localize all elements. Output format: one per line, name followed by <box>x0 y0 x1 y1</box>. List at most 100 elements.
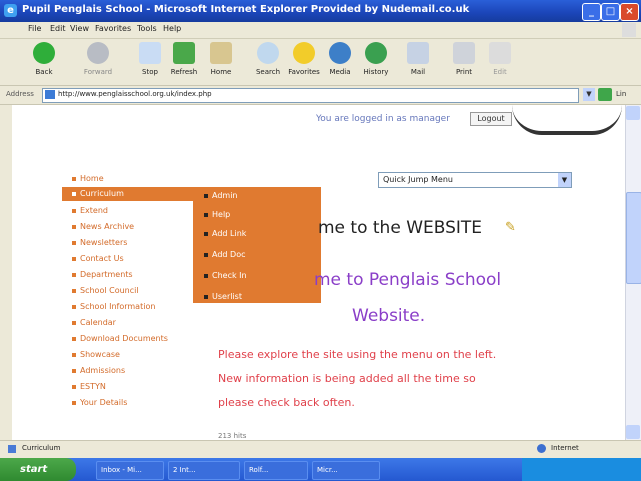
nav-item-extend[interactable]: Extend <box>72 206 108 215</box>
task-micro[interactable]: Micr... <box>312 461 380 480</box>
nav-item-showcase[interactable]: Showcase <box>72 350 120 359</box>
nav-item-contact-us[interactable]: Contact Us <box>72 254 124 263</box>
stop-button[interactable]: Stop <box>132 42 168 82</box>
nav-label: Admissions <box>80 366 126 375</box>
favorites-star-icon <box>293 42 315 64</box>
task-rolf[interactable]: Rolf... <box>244 461 308 480</box>
bullet-icon <box>72 191 76 196</box>
nav-item-your-details[interactable]: Your Details <box>72 398 127 407</box>
nav-item-estyn[interactable]: ESTYN <box>72 382 106 391</box>
nav-label: Download Documents <box>80 334 168 343</box>
chevron-down-icon[interactable]: ▼ <box>558 173 571 187</box>
nav-item-admissions[interactable]: Admissions <box>72 366 125 375</box>
back-button[interactable]: Back <box>26 42 62 82</box>
submenu-item-check-in[interactable]: Check In <box>204 271 247 280</box>
submenu-item-help[interactable]: Help <box>204 210 230 219</box>
maximize-button[interactable]: □ <box>601 3 620 21</box>
bullet-icon <box>204 273 208 278</box>
welcome-heading: me to the WEBSITE <box>318 218 483 238</box>
bullet-icon <box>204 252 208 257</box>
task-inbox[interactable]: Inbox - Mi... <box>96 461 164 480</box>
nav-item-curriculum[interactable]: Curriculum <box>72 189 124 198</box>
menu-view[interactable]: View <box>70 24 89 33</box>
scroll-thumb[interactable] <box>626 192 641 284</box>
forward-button[interactable]: Forward <box>80 42 116 82</box>
task-internet[interactable]: 2 Int... <box>168 461 240 480</box>
print-icon <box>453 42 475 64</box>
home-button[interactable]: Home <box>203 42 239 82</box>
scroll-up-button[interactable] <box>626 106 640 120</box>
print-label: Print <box>455 68 473 76</box>
back-label: Back <box>35 68 53 76</box>
nav-item-calendar[interactable]: Calendar <box>72 318 116 327</box>
nav-item-newsletters[interactable]: Newsletters <box>72 238 127 247</box>
bullet-icon <box>72 368 76 373</box>
menu-help[interactable]: Help <box>163 24 181 33</box>
stop-label: Stop <box>142 68 158 76</box>
page-icon <box>45 90 55 99</box>
history-icon <box>365 42 387 64</box>
nav-item-school-information[interactable]: School Information <box>72 302 155 311</box>
nav-item-news-archive[interactable]: News Archive <box>72 222 134 231</box>
bullet-icon <box>204 193 208 198</box>
nav-item-home[interactable]: Home <box>72 174 104 183</box>
menu-file[interactable]: File <box>28 24 41 33</box>
nav-item-departments[interactable]: Departments <box>72 270 133 279</box>
scroll-down-button[interactable] <box>626 425 640 439</box>
ie-logo-icon: e <box>4 4 17 17</box>
submenu-label: Add Link <box>212 229 247 238</box>
menu-favorites[interactable]: Favorites <box>95 24 131 33</box>
bullet-icon <box>72 400 76 405</box>
bullet-icon <box>72 224 76 229</box>
content-left-frame <box>0 105 12 440</box>
links-label[interactable]: Lin <box>616 90 626 98</box>
print-button[interactable]: Print <box>446 42 482 82</box>
nav-item-school-council[interactable]: School Council <box>72 286 139 295</box>
bullet-icon <box>72 304 76 309</box>
start-button[interactable]: start <box>0 458 76 481</box>
media-button[interactable]: Media <box>322 42 358 82</box>
nav-label: Showcase <box>80 350 120 359</box>
bullet-icon <box>72 384 76 389</box>
favorites-button[interactable]: Favorites <box>286 42 322 82</box>
home-label: Home <box>210 68 232 76</box>
nav-item-download-documents[interactable]: Download Documents <box>72 334 168 343</box>
submenu-item-admin[interactable]: Admin <box>204 191 238 200</box>
logout-button[interactable]: Logout <box>470 112 512 126</box>
nav-label: School Information <box>80 302 156 311</box>
search-label: Search <box>255 68 281 76</box>
nav-label: Contact Us <box>80 254 124 263</box>
mail-button[interactable]: Mail <box>400 42 436 82</box>
menu-edit[interactable]: Edit <box>50 24 66 33</box>
nav-label: Departments <box>80 270 133 279</box>
refresh-icon <box>173 42 195 64</box>
address-dropdown-icon[interactable]: ▼ <box>583 88 595 101</box>
submenu-item-add-doc[interactable]: Add Doc <box>204 250 245 259</box>
quick-jump-select[interactable]: Quick Jump Menu ▼ <box>378 172 572 188</box>
menu-tools[interactable]: Tools <box>137 24 157 33</box>
close-button[interactable]: × <box>620 3 639 21</box>
refresh-label: Refresh <box>170 68 198 76</box>
media-label: Media <box>329 68 351 76</box>
submenu-label: Add Doc <box>212 250 246 259</box>
bullet-icon <box>72 208 76 213</box>
submenu-item-add-link[interactable]: Add Link <box>204 229 246 238</box>
submenu-label: Userlist <box>212 292 242 301</box>
history-label: History <box>363 68 389 76</box>
minimize-button[interactable]: _ <box>582 3 601 21</box>
search-icon <box>257 42 279 64</box>
intro-line-3: please check back often. <box>218 396 355 409</box>
bullet-icon <box>72 272 76 277</box>
edit-icon <box>489 42 511 64</box>
address-url: http://www.penglaisschool.org.uk/index.p… <box>58 90 212 98</box>
forward-label: Forward <box>83 68 113 76</box>
go-button[interactable] <box>598 88 612 101</box>
address-label: Address <box>6 90 34 98</box>
history-button[interactable]: History <box>358 42 394 82</box>
submenu-item-userlist[interactable]: Userlist <box>204 292 242 301</box>
edit-button[interactable]: Edit <box>482 42 518 82</box>
bullet-icon <box>204 231 208 236</box>
search-button[interactable]: Search <box>250 42 286 82</box>
refresh-button[interactable]: Refresh <box>166 42 202 82</box>
edit-pencil-icon[interactable]: ✎ <box>505 220 516 235</box>
